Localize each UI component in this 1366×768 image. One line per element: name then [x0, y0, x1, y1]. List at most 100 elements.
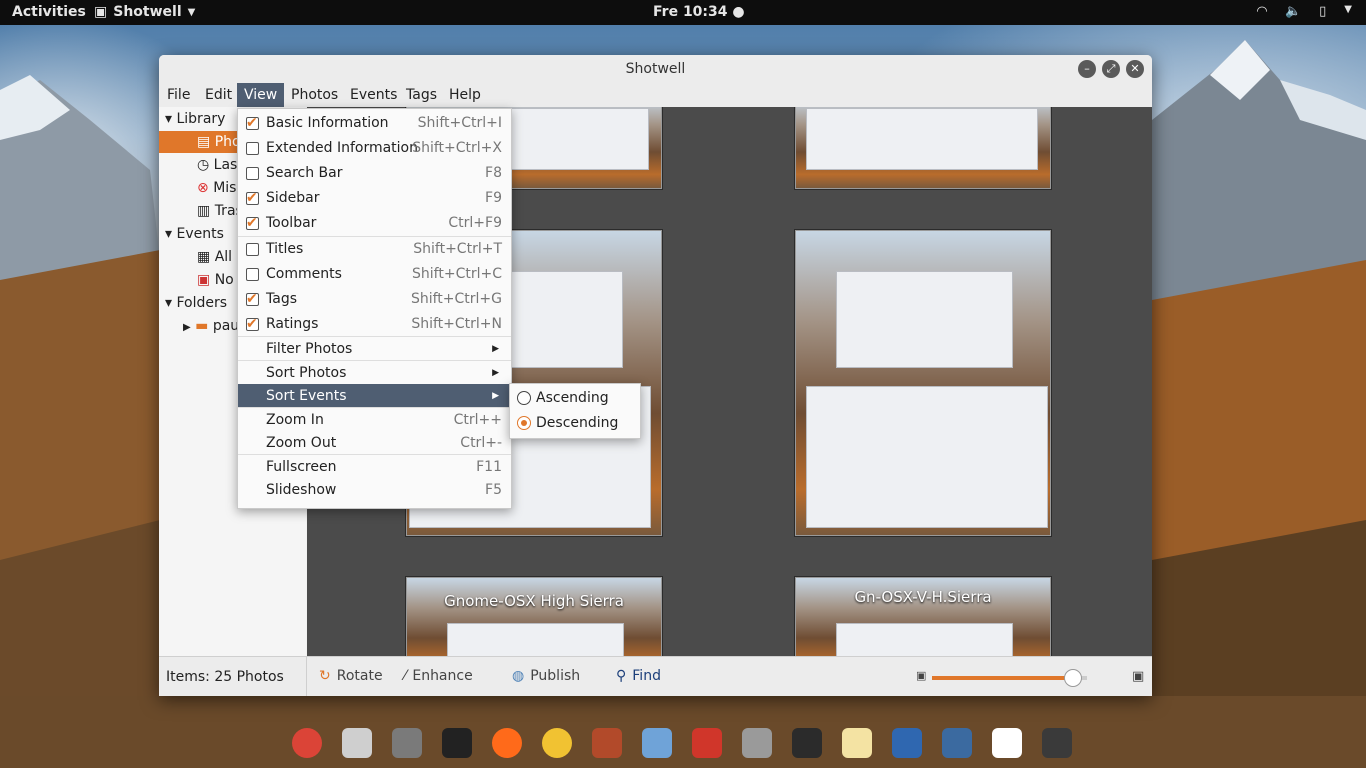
publish-button[interactable]: ◍ Publish	[512, 668, 580, 684]
gimp-icon-graphic	[392, 728, 422, 758]
calendar-icon: ▦	[197, 249, 211, 265]
activities-button[interactable]: Activities	[12, 4, 86, 20]
writer-icon[interactable]	[882, 718, 932, 768]
checkbox-checked-icon	[246, 186, 259, 210]
menu-help[interactable]: Help	[449, 87, 481, 103]
sidebar-folders-header[interactable]: ▾ Folders	[165, 292, 227, 314]
wifi-icon: ◠	[1256, 4, 1267, 19]
photo-thumbnail[interactable]	[795, 230, 1051, 536]
shotwell-icon[interactable]	[982, 718, 1032, 768]
menu-item-fullscreen[interactable]: Fullscreen F11	[238, 455, 511, 479]
menu-item-label: Zoom In	[266, 412, 324, 428]
system-tray[interactable]: ◠ 🔈 ▯ ▼	[1257, 4, 1352, 19]
sidebar-label: pau	[212, 318, 240, 334]
maximize-button[interactable]: ⤢	[1102, 60, 1120, 78]
thumbnail-label: Gnome-OSX High Sierra	[444, 592, 624, 610]
menu-item-accelerator: Ctrl+F9	[448, 215, 502, 231]
menu-item-accelerator: Shift+Ctrl+T	[413, 241, 502, 257]
menu-item-filter-photos[interactable]: Filter Photos ▶	[238, 337, 511, 361]
photo-thumbnail[interactable]: Gn-OSX-V-H.Sierra	[795, 577, 1051, 656]
inkscape-icon[interactable]	[432, 718, 482, 768]
clock[interactable]: Fre 10:34 ●	[653, 4, 745, 20]
menu-item-accelerator: Shift+Ctrl+C	[412, 266, 502, 282]
sidebar-item-all-events[interactable]: ▦ All	[197, 246, 232, 268]
screenshot-preview	[836, 623, 1013, 656]
software-center-icon[interactable]	[632, 718, 682, 768]
expander-icon: ▾	[165, 295, 173, 311]
menu-item-label: Descending	[536, 415, 619, 431]
app-name: Shotwell	[113, 4, 182, 20]
software-icon[interactable]	[332, 718, 382, 768]
rotate-button[interactable]: ↻ Rotate	[319, 668, 383, 684]
menu-item-sort-events[interactable]: Sort Events ▶	[238, 384, 511, 408]
sidebar-item-trash[interactable]: ▥ Tras	[197, 200, 243, 222]
menu-file[interactable]: File	[167, 87, 190, 103]
sort-events-submenu: Ascending Descending	[509, 383, 641, 439]
files-icon[interactable]	[582, 718, 632, 768]
menu-item-titles[interactable]: Titles Shift+Ctrl+T	[238, 237, 511, 261]
rhythmbox-icon[interactable]	[532, 718, 582, 768]
sidebar-item-missing[interactable]: ⊗ Mis	[197, 177, 236, 199]
menu-item-basic-information[interactable]: Basic Information Shift+Ctrl+I	[238, 111, 511, 135]
menu-events[interactable]: Events	[350, 87, 397, 103]
menu-item-descending[interactable]: Descending	[510, 411, 640, 435]
zoom-out-icon[interactable]: ▣	[916, 669, 926, 682]
chrome-icon[interactable]	[282, 718, 332, 768]
window-titlebar[interactable]: Shotwell – ⤢ ✕	[159, 55, 1152, 83]
sidebar-events-header[interactable]: ▾ Events	[165, 223, 224, 245]
menu-item-ratings[interactable]: Ratings Shift+Ctrl+N	[238, 312, 511, 336]
menu-separator	[238, 407, 511, 408]
gimp-icon[interactable]	[382, 718, 432, 768]
chevron-down-icon: ▼	[1344, 4, 1352, 15]
app-grid-icon[interactable]	[1032, 718, 1082, 768]
zoom-slider-knob[interactable]	[1063, 669, 1082, 687]
terminal-icon[interactable]	[782, 718, 832, 768]
menu-item-sort-photos[interactable]: Sort Photos ▶	[238, 361, 511, 385]
menu-item-accelerator: F9	[485, 190, 502, 206]
menu-item-sidebar[interactable]: Sidebar F9	[238, 186, 511, 210]
menu-photos[interactable]: Photos	[291, 87, 338, 103]
menu-item-search-bar[interactable]: Search Bar F8	[238, 161, 511, 185]
close-button[interactable]: ✕	[1126, 60, 1144, 78]
firefox-icon[interactable]	[482, 718, 532, 768]
menu-edit[interactable]: Edit	[205, 87, 232, 103]
menu-tags[interactable]: Tags	[406, 87, 437, 103]
sidebar-item-last-import[interactable]: ◷ Last	[197, 154, 243, 176]
menu-separator	[238, 336, 511, 337]
submenu-arrow-icon: ▶	[492, 344, 499, 354]
battery-icon: ▯	[1319, 4, 1327, 19]
app-menu-button[interactable]: ▣ Shotwell ▼	[94, 4, 195, 20]
settings-icon[interactable]	[682, 718, 732, 768]
menu-item-accelerator: Shift+Ctrl+N	[411, 316, 502, 332]
zoom-in-icon[interactable]: ▣	[1132, 669, 1144, 684]
menu-item-tags[interactable]: Tags Shift+Ctrl+G	[238, 287, 511, 311]
menu-item-comments[interactable]: Comments Shift+Ctrl+C	[238, 262, 511, 286]
sidebar-item-no-event[interactable]: ▣ No	[197, 269, 234, 291]
photo-thumbnail[interactable]	[795, 107, 1051, 189]
menu-item-toolbar[interactable]: Toolbar Ctrl+F9	[238, 211, 511, 235]
minimize-button[interactable]: –	[1078, 60, 1096, 78]
radio-icon	[517, 391, 531, 405]
enhance-button[interactable]: ⁄ Enhance	[404, 668, 473, 684]
menu-item-slideshow[interactable]: Slideshow F5	[238, 478, 511, 502]
menu-item-zoom-in[interactable]: Zoom In Ctrl++	[238, 408, 511, 432]
search-icon[interactable]	[932, 718, 982, 768]
camera-icon[interactable]	[732, 718, 782, 768]
bottom-toolbar: Items: 25 Photos ↻ Rotate ⁄ Enhance ◍ Publi…	[159, 656, 1152, 696]
top-bar: Activities ▣ Shotwell ▼ Fre 10:34 ● ◠ 🔈 …	[0, 0, 1366, 25]
photos-icon: ▤	[197, 134, 211, 150]
sidebar-item-folder[interactable]: ▶ ▬ pau	[183, 315, 239, 337]
zoom-slider[interactable]	[932, 669, 1087, 687]
find-button[interactable]: ⚲ Find	[616, 668, 661, 684]
text-editor-icon[interactable]	[832, 718, 882, 768]
sidebar-label: All	[214, 249, 233, 265]
menu-view[interactable]: View	[237, 83, 285, 107]
photo-thumbnail[interactable]: Gnome-OSX High Sierra	[406, 577, 662, 656]
menu-item-zoom-out[interactable]: Zoom Out Ctrl+-	[238, 431, 511, 455]
expander-icon: ▾	[165, 111, 173, 127]
sidebar-library-header[interactable]: ▾ Library	[165, 108, 225, 130]
menu-item-label: Search Bar	[266, 165, 343, 181]
menu-item-ascending[interactable]: Ascending	[510, 386, 640, 410]
menu-item-extended-information[interactable]: Extended Information Shift+Ctrl+X	[238, 136, 511, 160]
sidebar-label: Events	[176, 226, 224, 242]
